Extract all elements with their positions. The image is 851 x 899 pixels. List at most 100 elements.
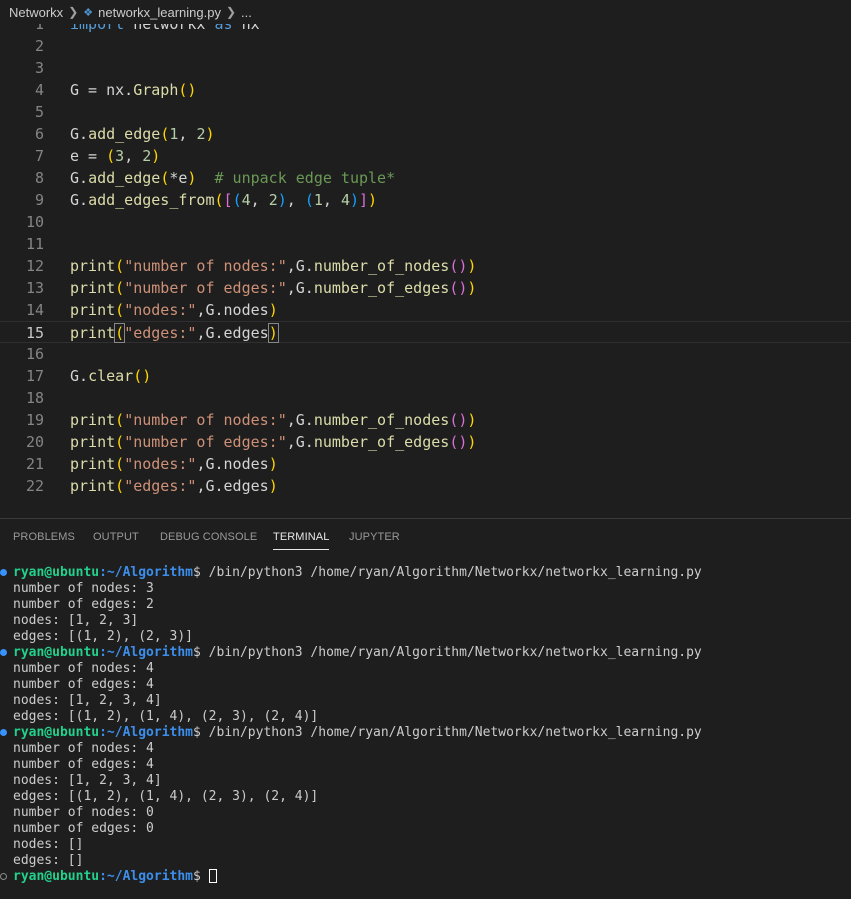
code-token: ] (359, 191, 369, 209)
breadcrumb-folder[interactable]: Networkx (9, 5, 63, 20)
python-file-icon: ❖ (83, 6, 94, 19)
code-token: print (70, 324, 116, 342)
code-token: print (70, 257, 116, 275)
code-text: import networkx as nx (70, 24, 260, 35)
code-token: nx (241, 24, 260, 33)
terminal-output-line: edges: [(1, 2), (1, 4), (2, 3), (2, 4)] (13, 789, 319, 804)
code-line[interactable]: 20 print("number of edges:",G.number_of_e… (0, 431, 851, 453)
code-line[interactable]: 9 G.add_edges_from([(4, 2), (1, 4)]) (0, 189, 851, 211)
code-token: number_of_nodes (313, 257, 450, 275)
code-token: ( (214, 191, 224, 209)
code-line[interactable]: 11 (0, 233, 851, 255)
chevron-right-icon: ❯ (225, 5, 237, 19)
line-number: 6 (34, 125, 44, 143)
breadcrumb-file[interactable]: networkx_learning.py (98, 5, 221, 20)
code-line[interactable]: 17 G.clear() (0, 365, 851, 387)
terminal-user: ryan@ubuntu (13, 565, 100, 580)
code-token: ( (160, 125, 170, 143)
breadcrumb-more[interactable]: ... (241, 5, 252, 20)
code-token: , (250, 191, 269, 209)
code-token: G. (70, 191, 89, 209)
code-token: ( (115, 411, 125, 429)
terminal-user: ryan@ubuntu (13, 869, 100, 884)
code-token: "number of nodes:" (124, 257, 287, 275)
command-success-icon[interactable] (0, 729, 7, 736)
line-number: 15 (25, 324, 44, 342)
terminal-path: :~/Algorithm (99, 645, 194, 660)
code-text: print("number of nodes:",G.number_of_nod… (70, 255, 476, 277)
command-success-icon[interactable] (0, 569, 7, 576)
code-token: clear (88, 367, 134, 385)
code-token: ,G. (286, 279, 314, 297)
code-line[interactable]: 2 (0, 35, 851, 57)
code-text: G.clear() (70, 365, 151, 387)
code-token: ) (151, 147, 161, 165)
code-line[interactable]: 14 print("nodes:",G.nodes) (0, 299, 851, 321)
code-token: , (286, 191, 305, 209)
code-line[interactable]: 8 G.add_edge(*e) # unpack edge tuple* (0, 167, 851, 189)
code-token: ,G. (286, 433, 314, 451)
terminal-path: :~/Algorithm (99, 869, 194, 884)
tab-jupyter[interactable]: JUPYTER (349, 531, 400, 543)
terminal-output-line: nodes: [1, 2, 3, 4] (13, 773, 162, 788)
tab-terminal[interactable]: TERMINAL (273, 531, 330, 550)
terminal-output-line: number of nodes: 4 (13, 661, 154, 676)
terminal-output-line: nodes: [1, 2, 3, 4] (13, 693, 162, 708)
code-token: number_of_edges (313, 279, 450, 297)
code-line[interactable]: 22 print("edges:",G.edges) (0, 475, 851, 497)
panel-tabs: PROBLEMS OUTPUT DEBUG CONSOLE TERMINAL J… (0, 519, 851, 555)
terminal-command: /bin/python3 /home/ryan/Algorithm/Networ… (208, 565, 702, 580)
line-number: 16 (25, 345, 44, 363)
code-token: print (70, 477, 116, 495)
code-token: ,G. (286, 257, 314, 275)
code-token: ) (205, 125, 215, 143)
command-pending-icon[interactable] (0, 873, 7, 880)
code-line[interactable]: 1 import networkx as nx (0, 24, 851, 35)
code-token: ( (304, 191, 314, 209)
terminal-prompt-current: ryan@ubuntu:~/Algorithm$ (0, 869, 851, 885)
line-number: 4 (34, 81, 44, 99)
code-line[interactable]: 19 print("number of nodes:",G.number_of_n… (0, 409, 851, 431)
code-token: "number of nodes:" (124, 411, 287, 429)
code-line[interactable]: 16 (0, 343, 851, 365)
code-line[interactable]: 21 print("nodes:",G.nodes) (0, 453, 851, 475)
terminal-cursor[interactable] (208, 869, 217, 883)
code-text: print("edges:",G.edges) (70, 322, 279, 344)
breadcrumb: Networkx ❯ ❖ networkx_learning.py ❯ ... (0, 0, 851, 24)
code-token: print (70, 411, 116, 429)
code-line[interactable]: 4 G = nx.Graph() (0, 79, 851, 101)
code-token: ,G.edges (196, 477, 269, 495)
terminal-output-line: nodes: [] (13, 837, 84, 852)
code-line[interactable]: 12 print("number of nodes:",G.number_of_n… (0, 255, 851, 277)
tab-problems[interactable]: PROBLEMS (13, 531, 75, 543)
code-token: ) (368, 191, 378, 209)
code-line[interactable]: 18 (0, 387, 851, 409)
code-token: add_edges_from (88, 191, 215, 209)
code-lines: 1 import networkx as nx 2 3 4 G = nx.Graph() 5… (0, 24, 851, 497)
code-token: () (449, 279, 468, 297)
code-token: ( (115, 455, 125, 473)
code-token: number_of_edges (313, 433, 450, 451)
line-number: 11 (25, 235, 44, 253)
command-success-icon[interactable] (0, 649, 7, 656)
code-line[interactable]: 7 e = (3, 2) (0, 145, 851, 167)
line-number: 3 (34, 59, 44, 77)
terminal-prompt: ryan@ubuntu:~/Algorithm$ /bin/python3 /h… (0, 645, 851, 661)
line-number: 7 (34, 147, 44, 165)
tab-debug-console[interactable]: DEBUG CONSOLE (160, 531, 257, 543)
terminal[interactable]: ryan@ubuntu:~/Algorithm$ /bin/python3 /h… (0, 565, 851, 885)
code-token: print (70, 433, 116, 451)
code-editor[interactable]: 1 import networkx as nx 2 3 4 G = nx.Graph() 5… (0, 24, 851, 518)
code-line[interactable]: 10 (0, 211, 851, 233)
code-text: print("number of edges:",G.number_of_edg… (70, 277, 476, 299)
code-token: G = nx. (70, 81, 134, 99)
code-line[interactable]: 3 (0, 57, 851, 79)
code-token: () (178, 81, 197, 99)
code-line[interactable]: 13 print("number of edges:",G.number_of_e… (0, 277, 851, 299)
code-token: G. (70, 125, 89, 143)
code-line[interactable]: 5 (0, 101, 851, 123)
code-token: [ (223, 191, 233, 209)
code-line[interactable]: 6 G.add_edge(1, 2) (0, 123, 851, 145)
code-line[interactable]: 15 print("edges:",G.edges) (0, 321, 851, 343)
tab-output[interactable]: OUTPUT (93, 531, 139, 543)
